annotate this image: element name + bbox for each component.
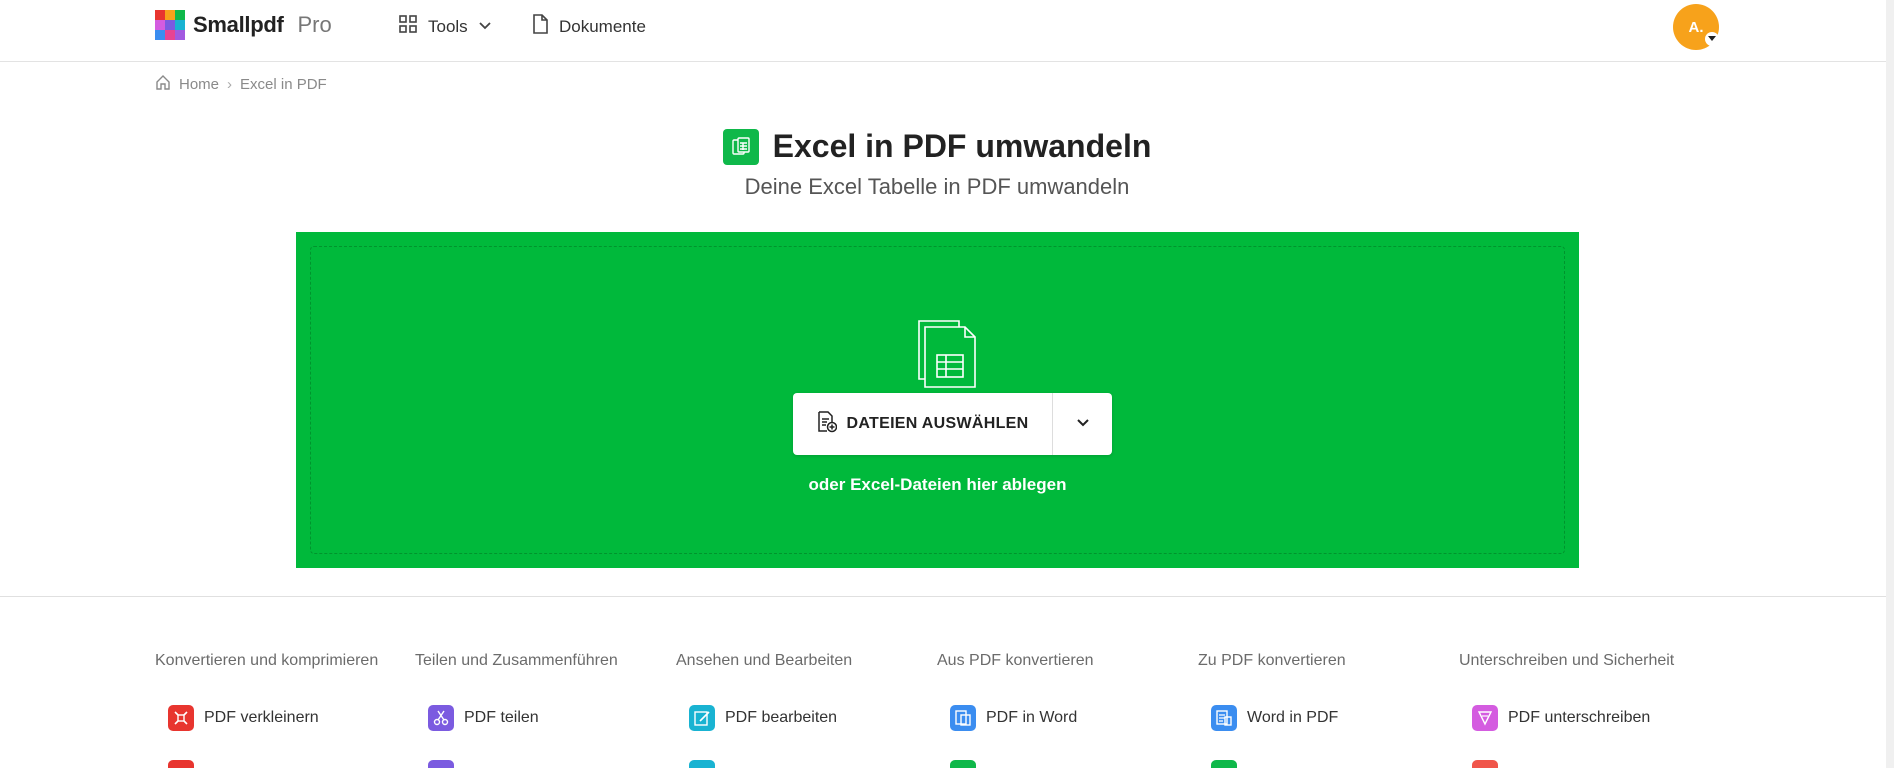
avatar-initials: A.: [1688, 18, 1704, 36]
smallpdf-logo[interactable]: Smallpdf Pro: [155, 10, 332, 40]
nav-documents-link[interactable]: Dokumente: [531, 14, 646, 39]
choose-files-label: DATEIEN AUSWÄHLEN: [846, 415, 1029, 432]
compress-icon: [168, 705, 194, 731]
top-navbar: Smallpdf Pro Tools Dokumente A.: [0, 0, 1894, 62]
logo-icon: [155, 10, 185, 40]
choose-files-split-button: DATEIEN AUSWÄHLEN: [793, 393, 1112, 455]
dropzone-dashed-area[interactable]: DATEIEN AUSWÄHLEN oder Excel-Dateien hie…: [310, 246, 1565, 554]
user-avatar[interactable]: A.: [1673, 4, 1719, 50]
grid-icon: [398, 14, 418, 39]
tool-link-label: PDF verkleinern: [204, 709, 319, 726]
file-dropzone[interactable]: DATEIEN AUSWÄHLEN oder Excel-Dateien hie…: [296, 232, 1579, 568]
tool-icon-partial[interactable]: [950, 760, 976, 768]
upload-source-dropdown[interactable]: [1052, 393, 1112, 455]
pdf-to-word-icon: [950, 705, 976, 731]
word-to-pdf-icon: [1211, 705, 1237, 731]
category-title: Teilen und Zusammenführen: [415, 652, 618, 669]
spreadsheet-files-icon: [917, 319, 981, 394]
tool-icon-partial[interactable]: [168, 760, 194, 768]
nav-documents-label: Dokumente: [559, 16, 646, 36]
tool-icon-partial[interactable]: [689, 760, 715, 768]
page-title-row: Excel in PDF umwandeln: [0, 128, 1874, 165]
chevron-down-icon: [1075, 414, 1091, 435]
category-title: Konvertieren und komprimieren: [155, 652, 379, 669]
tool-icon-partial[interactable]: [428, 760, 454, 768]
tool-link[interactable]: PDF bearbeiten: [689, 705, 837, 731]
add-file-icon: [817, 410, 837, 438]
document-icon: [531, 14, 549, 39]
sign-icon: [1472, 705, 1498, 731]
logo-pro-label: Pro: [297, 12, 332, 37]
edit-icon: [689, 705, 715, 731]
tool-icon-partial[interactable]: [1472, 760, 1498, 768]
scissors-icon: [428, 705, 454, 731]
tool-link-label: PDF teilen: [464, 709, 539, 726]
category-title: Aus PDF konvertieren: [937, 652, 1094, 669]
breadcrumb: Home › Excel in PDF: [155, 74, 327, 94]
page-title: Excel in PDF umwandeln: [772, 128, 1152, 164]
tool-link-label: PDF in Word: [986, 709, 1078, 726]
tool-link[interactable]: PDF in Word: [950, 705, 1077, 731]
tool-icon-partial[interactable]: [1211, 760, 1237, 768]
nav-tools-menu[interactable]: Tools: [398, 14, 492, 39]
drop-hint-text: oder Excel-Dateien hier ablegen: [808, 475, 1067, 494]
tool-link-label: PDF bearbeiten: [725, 709, 838, 726]
section-divider: [0, 596, 1886, 597]
page-scrollbar[interactable]: [1886, 0, 1894, 768]
caret-down-icon: [1705, 32, 1719, 46]
tool-link[interactable]: PDF unterschreiben: [1472, 705, 1650, 731]
tool-link-label: PDF unterschreiben: [1508, 709, 1651, 726]
home-icon: [155, 74, 171, 94]
choose-files-button[interactable]: DATEIEN AUSWÄHLEN: [793, 393, 1052, 455]
breadcrumb-current: Excel in PDF: [240, 75, 327, 93]
category-title: Zu PDF konvertieren: [1198, 652, 1346, 669]
tool-link[interactable]: PDF teilen: [428, 705, 539, 731]
category-title: Unterschreiben und Sicherheit: [1459, 652, 1675, 669]
logo-text: Smallpdf: [193, 12, 284, 37]
page-subtitle: Deine Excel Tabelle in PDF umwandeln: [744, 174, 1130, 199]
breadcrumb-separator: ›: [227, 75, 233, 93]
tool-link[interactable]: PDF verkleinern: [168, 705, 319, 731]
excel-to-pdf-icon: [722, 128, 759, 165]
tool-link-label: Word in PDF: [1247, 709, 1339, 726]
nav-tools-label: Tools: [428, 16, 468, 36]
chevron-down-icon: [478, 17, 492, 37]
tool-link[interactable]: Word in PDF: [1211, 705, 1338, 731]
category-title: Ansehen und Bearbeiten: [676, 652, 853, 669]
breadcrumb-home-link[interactable]: Home: [179, 76, 219, 93]
